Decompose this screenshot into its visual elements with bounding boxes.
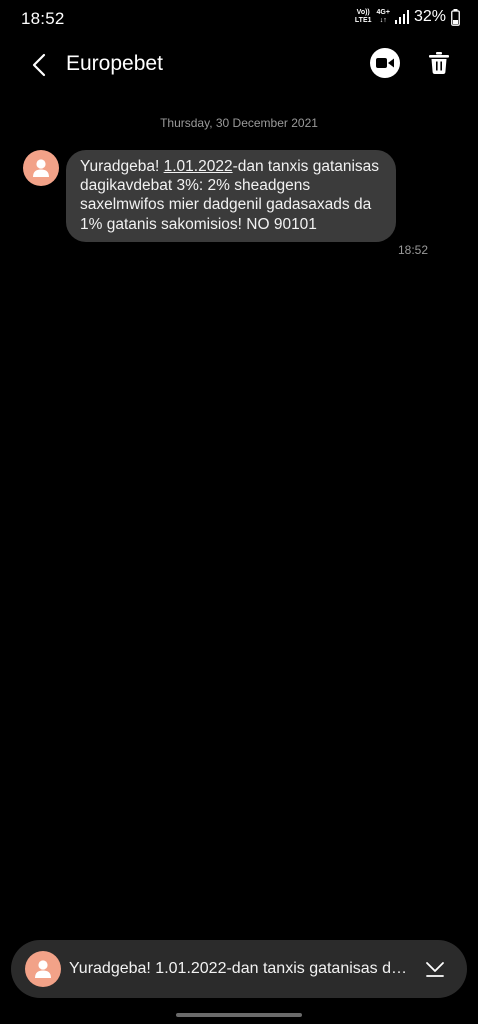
status-indicators: Vo)) LTE1 4G+ ↓↑ 32%: [355, 8, 460, 26]
preview-text: Yuradgeba! 1.01.2022-dan tanxis gatanisa…: [69, 960, 415, 977]
battery-icon: [451, 8, 460, 26]
sender-avatar[interactable]: [23, 150, 59, 186]
message-bubble[interactable]: Yuradgeba! 1.01.2022-dan tanxis gatanisa…: [66, 150, 396, 242]
status-time: 18:52: [21, 9, 65, 28]
status-bar: 18:52 Vo)) LTE1 4G+ ↓↑ 32%: [0, 0, 478, 38]
delete-button[interactable]: [426, 49, 452, 77]
message-timestamp: 18:52: [398, 243, 429, 257]
message-date-link[interactable]: 1.01.2022: [164, 158, 233, 175]
preview-avatar: [25, 951, 61, 987]
conversation-header: Europebet: [0, 38, 478, 90]
back-button[interactable]: [22, 48, 56, 82]
date-divider: Thursday, 30 December 2021: [160, 116, 318, 130]
signal-icon: [394, 10, 409, 24]
trash-icon: [429, 52, 449, 74]
network-type-indicator: 4G+ ↓↑: [377, 9, 390, 25]
chevron-down-bar-icon: [426, 962, 444, 977]
message-preview-bar[interactable]: Yuradgeba! 1.01.2022-dan tanxis gatanisa…: [11, 940, 467, 998]
volte-label: Vo)): [356, 9, 370, 16]
volte-indicator: Vo)) LTE1: [355, 9, 372, 25]
chevron-left-icon: [32, 53, 46, 77]
contact-name[interactable]: Europebet: [66, 52, 163, 76]
video-call-button[interactable]: [370, 48, 400, 78]
person-icon: [33, 159, 49, 177]
network-type-label: 4G+: [376, 9, 390, 16]
scroll-to-bottom-button[interactable]: [423, 958, 447, 980]
video-camera-icon: [376, 58, 394, 68]
battery-percent: 32%: [413, 8, 446, 25]
person-icon: [35, 960, 51, 978]
message-text-start: Yuradgeba!: [80, 158, 164, 175]
data-arrows-icon: ↓↑: [379, 17, 387, 24]
gesture-handle[interactable]: [176, 1013, 302, 1017]
lte-label: LTE1: [354, 17, 372, 24]
